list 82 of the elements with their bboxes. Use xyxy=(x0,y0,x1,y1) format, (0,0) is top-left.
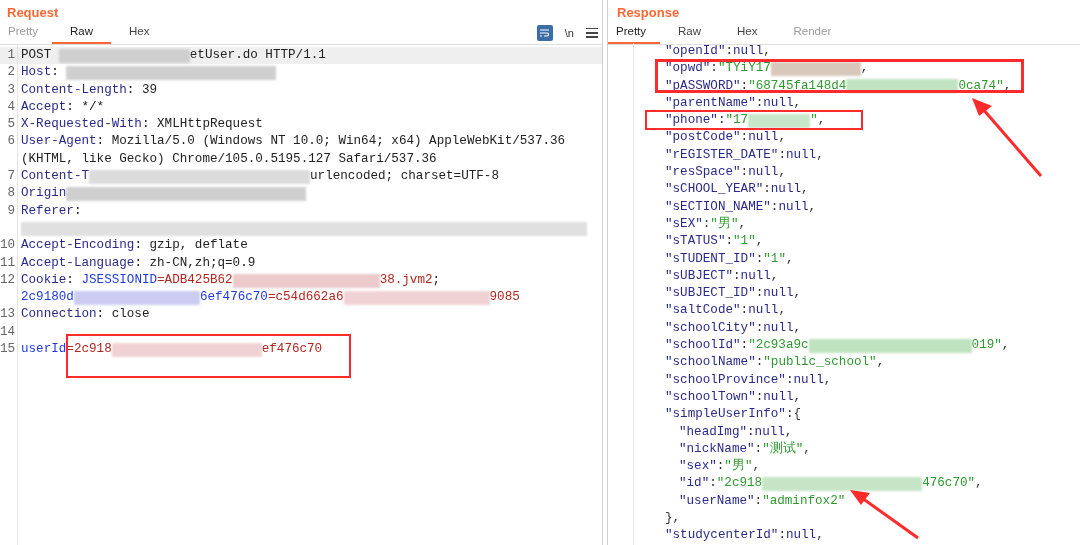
code-text: Accept: */* xyxy=(21,98,105,116)
line-number: 2 xyxy=(7,65,15,80)
newline-toggle[interactable]: \n xyxy=(564,24,574,41)
code-text: X-Requested-With: XMLHttpRequest xyxy=(21,116,263,134)
code-text: "rEGISTER_DATE":null, xyxy=(665,146,824,164)
code-text: "pASSWORD":"68745fa148d4 xyxy=(665,77,847,95)
code-text: "saltCode":null, xyxy=(665,302,786,320)
line-number: 8 xyxy=(7,186,15,201)
annotation-arrow xyxy=(848,488,920,540)
line-number: 6 xyxy=(7,134,15,149)
code-text: 38.jvm2; xyxy=(379,271,441,289)
code-text: Host: xyxy=(21,64,60,82)
code-text: , xyxy=(860,60,869,78)
code-text: User-Agent: Mozilla/5.0 (Windows NT 10.0; Win64; x64) AppleWebKit/537.36 xyxy=(21,133,566,151)
code-text: "nickName":"测试", xyxy=(679,440,811,458)
code-text: "parentName":null, xyxy=(665,94,802,112)
code-text: "resSpace":null, xyxy=(665,164,786,182)
code-text: Content-T xyxy=(21,168,90,186)
line-number: 1 xyxy=(7,48,15,62)
line-number: 13 xyxy=(0,307,16,322)
line-number: 12 xyxy=(0,272,16,287)
tab[interactable]: Pretty xyxy=(608,22,661,44)
panel-title: Request xyxy=(6,4,59,22)
code-text: "sUBJECT":null, xyxy=(665,267,779,285)
code-text: 476c70", xyxy=(922,475,983,493)
code-text: "sTUDENT_ID":"1", xyxy=(665,250,794,268)
line-number: 14 xyxy=(0,324,16,339)
line-number: 9 xyxy=(7,203,15,218)
code-text: "userName":"adminfox2" xyxy=(679,492,846,510)
code-text: Accept-Encoding: gzip, deflate xyxy=(21,237,248,255)
wrap-icon xyxy=(539,27,551,38)
code-text: ", xyxy=(810,112,826,130)
code-text: Connection: close xyxy=(21,306,150,324)
line-number: 11 xyxy=(0,255,16,270)
code-text: POST xyxy=(21,47,53,64)
code-text: "sEX":"男", xyxy=(665,215,747,233)
code-text: "opwd":"TYiY17 xyxy=(665,60,771,78)
line-number: 7 xyxy=(7,169,15,184)
code-text: 9085 xyxy=(489,289,520,307)
code-text: Referer: xyxy=(21,202,82,220)
code-text: "sECTION_NAME":null, xyxy=(665,198,817,216)
code-text: "studycenterId":null, xyxy=(665,527,824,545)
code-text: Cookie: JSESSIONID=ADB425B62 xyxy=(21,271,233,289)
code-text: 0ca74", xyxy=(958,77,1012,95)
code-text: "headImg":null, xyxy=(679,423,793,441)
line-number: 10 xyxy=(0,238,16,253)
menu-icon[interactable] xyxy=(586,26,598,39)
code-text: }, xyxy=(665,510,681,527)
tab[interactable]: Hex xyxy=(719,22,776,44)
line-number: 3 xyxy=(7,82,15,97)
code-text: Origin xyxy=(21,185,67,203)
tab[interactable]: Raw xyxy=(660,22,720,44)
tab[interactable]: Hex xyxy=(111,22,168,44)
code-text: (KHTML, like Gecko) Chrome/105.0.5195.127 Safari/537.36 xyxy=(21,150,437,168)
code-text: Content-Length: 39 xyxy=(21,81,158,99)
wrap-lines-button[interactable] xyxy=(536,24,553,41)
code-text: "simpleUserInfo":{ xyxy=(665,406,802,424)
code-text: "sCHOOL_YEAR":null, xyxy=(665,181,809,199)
code-text: "sUBJECT_ID":null, xyxy=(665,285,802,303)
code-text: etUser.do HTTP/1.1 xyxy=(189,47,326,64)
tab[interactable]: Raw xyxy=(52,22,112,44)
code-text: 2c9180d xyxy=(21,289,74,307)
line-number: 4 xyxy=(7,99,15,114)
code-text: 019", xyxy=(971,337,1010,355)
code-text: "sTATUS":"1", xyxy=(665,233,764,251)
code-text: "schoolCity":null, xyxy=(665,319,802,337)
code-text: "postCode":null, xyxy=(665,129,786,147)
code-text: ef476c70 xyxy=(261,341,323,359)
code-text: "schoolName":"public_school", xyxy=(665,354,885,372)
line-number: 15 xyxy=(0,342,16,357)
code-text: "phone":"17 xyxy=(665,112,749,130)
code-text: "schoolTown":null, xyxy=(665,388,802,406)
code-text: "schoolId":"2c93a9c xyxy=(665,337,809,355)
code-text: 6ef476c70=c54d662a6 xyxy=(199,289,344,307)
code-text: "schoolProvince":null, xyxy=(665,371,832,389)
code-text: urlencoded; charset=UTF-8 xyxy=(310,168,499,186)
code-text: "id":"2c918 xyxy=(679,475,763,493)
code-text: "openId":null, xyxy=(665,43,771,60)
code-text: "sex":"男", xyxy=(679,458,761,476)
panel-title: Response xyxy=(616,4,680,22)
line-number: 5 xyxy=(7,117,15,132)
code-text: Accept-Language: zh-CN,zh;q=0.9 xyxy=(21,254,256,272)
